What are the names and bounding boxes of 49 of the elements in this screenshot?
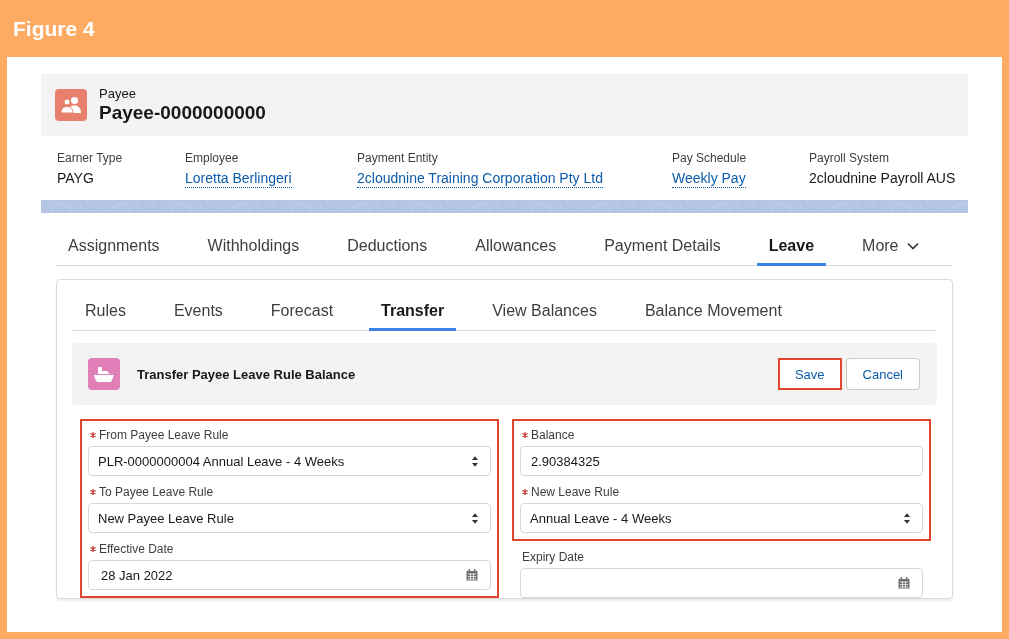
field-label: Balance xyxy=(531,427,575,443)
field-link[interactable]: 2cloudnine Training Corporation Pty Ltd xyxy=(357,169,603,188)
field-label: Payroll System xyxy=(809,150,890,166)
tab[interactable]: Deductions xyxy=(335,228,440,266)
more-tab[interactable]: More xyxy=(850,228,931,266)
field-label: To Payee Leave Rule xyxy=(99,484,214,500)
date-field[interactable] xyxy=(520,568,923,598)
updown-arrows-icon xyxy=(472,455,478,467)
select-field[interactable]: New Payee Leave Rule xyxy=(88,503,491,533)
action-button[interactable]: Save xyxy=(777,358,842,390)
tab[interactable]: View Balances xyxy=(480,280,609,331)
chevron-down-icon xyxy=(906,241,919,250)
field-label: From Payee Leave Rule xyxy=(99,427,229,443)
select-field[interactable]: Annual Leave - 4 Weeks xyxy=(520,503,923,533)
tab[interactable]: Forecast xyxy=(258,280,346,331)
tab[interactable]: Events xyxy=(161,280,235,331)
updown-arrows-icon xyxy=(904,512,910,524)
tab[interactable]: Withholdings xyxy=(195,228,312,266)
calendar-icon xyxy=(898,577,910,589)
tab[interactable]: Payment Details xyxy=(592,228,733,266)
field-label: New Leave Rule xyxy=(531,484,620,500)
tab[interactable]: Balance Movement xyxy=(632,280,794,331)
field-label: Employee xyxy=(185,150,239,166)
figure-title: Figure 4 xyxy=(13,16,95,41)
boat-icon xyxy=(88,358,120,390)
object-label: Payee xyxy=(99,86,137,102)
action-button[interactable]: Cancel xyxy=(845,358,920,390)
people-icon xyxy=(55,89,87,121)
field-value: 2cloudnine Payroll AUS xyxy=(809,169,956,187)
tab[interactable]: Allowances xyxy=(463,228,569,266)
field-label: Payment Entity xyxy=(357,150,438,166)
field-label: Expiry Date xyxy=(522,549,585,565)
field-label: Effective Date xyxy=(99,541,174,557)
updown-arrows-icon xyxy=(472,512,478,524)
date-field[interactable]: 28 Jan 2022 xyxy=(88,560,491,590)
field-link[interactable]: Loretta Berlingeri xyxy=(185,169,292,188)
tab[interactable]: Transfer xyxy=(369,280,457,331)
field-label: Earner Type xyxy=(57,150,123,166)
field-label: Pay Schedule xyxy=(672,150,747,166)
text-field[interactable]: 2.90384325 xyxy=(520,446,923,476)
field-value: PAYG xyxy=(57,169,94,187)
tab[interactable]: Leave xyxy=(756,228,827,266)
field-link[interactable]: Weekly Pay xyxy=(672,169,746,188)
tab[interactable]: Assignments xyxy=(56,228,172,266)
select-field[interactable]: PLR-0000000004 Annual Leave - 4 Weeks xyxy=(88,446,491,476)
section-title: Transfer Payee Leave Rule Balance xyxy=(137,366,356,382)
tab[interactable]: Rules xyxy=(73,280,138,331)
calendar-icon xyxy=(466,569,478,581)
record-name: Payee-0000000000 xyxy=(99,102,266,124)
